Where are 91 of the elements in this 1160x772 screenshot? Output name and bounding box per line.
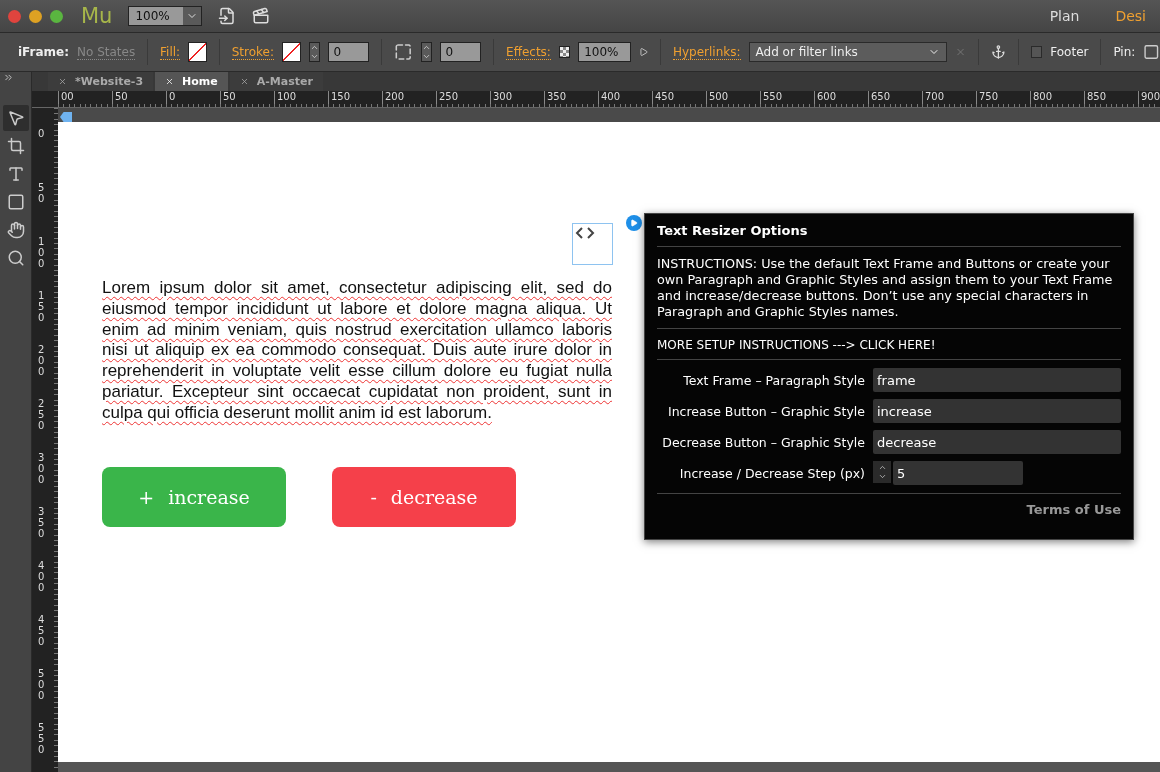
- footer-label: Footer: [1050, 45, 1089, 59]
- ruler-label: 700: [922, 91, 976, 104]
- ruler-label: 500: [38, 668, 46, 703]
- anchor-icon[interactable]: [991, 44, 1007, 60]
- checker-icon[interactable]: [558, 46, 571, 58]
- field-label: Increase Button – Graphic Style: [667, 403, 865, 419]
- ruler-label: 850: [1084, 91, 1138, 104]
- pointer-icon[interactable]: [3, 105, 29, 131]
- ruler-label: 400: [38, 560, 46, 595]
- stepper-icon[interactable]: [420, 42, 432, 62]
- ruler-label: 350: [38, 506, 46, 541]
- pin-label: Pin:: [1113, 45, 1136, 59]
- mode-tab[interactable]: Plan: [1035, 8, 1094, 24]
- stepper-icon[interactable]: [873, 461, 891, 483]
- pin-icon[interactable]: [1143, 43, 1160, 61]
- ruler-label: 100: [274, 91, 328, 104]
- panel-title: Text Resizer Options: [657, 214, 1121, 247]
- hyperlinks-dropdown[interactable]: Add or filter links: [748, 42, 948, 62]
- document-tab[interactable]: Home: [155, 72, 228, 91]
- ruler-label: 400: [598, 91, 652, 104]
- app-logo: Mu: [81, 4, 113, 28]
- zoom-icon[interactable]: [50, 9, 63, 23]
- marker-icon[interactable]: [60, 112, 72, 122]
- corner-radius-field[interactable]: 0: [439, 42, 482, 62]
- field-label: Decrease Button – Graphic Style: [661, 434, 865, 450]
- ruler-label: 350: [544, 91, 598, 104]
- document-tab[interactable]: A-Master: [229, 72, 323, 91]
- ruler-label: 650: [868, 91, 922, 104]
- options-button[interactable]: [626, 215, 642, 231]
- ruler-label: 900: [1138, 91, 1160, 104]
- ruler-label: 550: [38, 722, 46, 757]
- style-field[interactable]: increase: [873, 399, 1121, 423]
- paragraph-text: Lorem ipsum dolor sit amet, consectetur adipiscing elit, sed do eiusmod tempor incididunt ut labore et dolore magna aliqua. Ut enim ad minim veniam, quis nostrud exercitation ullamco laboris nisi ut aliquip ex ea commodo consequat. Duis aute irure dolor in reprehenderit in voluptate velit esse cillum dolore eu fugiat nulla pariatur. Excepteur sint occaecat cupidatat non proident, sunt in culpa qui officia deserunt mollit anim id est laborum.: [102, 278, 612, 424]
- stroke-swatch[interactable]: [282, 42, 301, 62]
- file-arrow-icon[interactable]: [218, 7, 237, 25]
- film-frame-icon[interactable]: [252, 7, 271, 25]
- hyperlinks-label[interactable]: Hyperlinks:: [672, 44, 741, 60]
- ruler-label: 300: [490, 91, 544, 104]
- widget-frame[interactable]: [572, 223, 613, 265]
- stepper-icon[interactable]: [308, 42, 320, 62]
- instructions-text: INSTRUCTIONS: Use the default Text Frame and Buttons or create your own Paragraph and Graphic Styles and assign them to your Text Frame and increase/decrease buttons. Don’t use any special characters in Paragraph and Graphic Styles names.: [657, 247, 1121, 329]
- zoom-field[interactable]: 100%: [128, 6, 203, 26]
- step-field[interactable]: 5: [893, 461, 1023, 485]
- ruler-label: 150: [38, 290, 46, 325]
- object-type-label: iFrame:: [18, 45, 69, 59]
- collapse-icon[interactable]: [3, 72, 14, 83]
- ruler-label: 300: [38, 452, 46, 487]
- mode-tab[interactable]: Desi: [1101, 8, 1160, 24]
- play-icon[interactable]: [638, 47, 649, 57]
- effects-label[interactable]: Effects:: [506, 44, 551, 60]
- document-tab[interactable]: *Website-3: [48, 72, 154, 91]
- ruler-label: 500: [706, 91, 760, 104]
- setup-link[interactable]: MORE SETUP INSTRUCTIONS ---> CLICK HERE!: [657, 329, 1121, 360]
- style-field[interactable]: decrease: [873, 430, 1121, 454]
- footer-checkbox[interactable]: [1031, 46, 1043, 58]
- ruler-label: 50: [38, 182, 46, 206]
- ruler-label: 550: [760, 91, 814, 104]
- ruler-label: 600: [814, 91, 868, 104]
- code-icon: [575, 226, 595, 240]
- ruler-label: 00: [58, 91, 112, 104]
- fill-swatch[interactable]: [188, 42, 207, 62]
- ruler-label: 100: [38, 236, 46, 271]
- ruler-label: 150: [328, 91, 382, 104]
- ruler-label: 200: [38, 344, 46, 379]
- ruler-label: 250: [436, 91, 490, 104]
- ruler-label: 0: [166, 91, 220, 104]
- ruler-label: 200: [382, 91, 436, 104]
- close-icon[interactable]: [165, 77, 175, 86]
- play-icon: [630, 219, 638, 227]
- fill-label[interactable]: Fill:: [160, 44, 181, 60]
- ruler-label: 0: [38, 128, 46, 141]
- field-label: Text Frame – Paragraph Style: [682, 372, 865, 388]
- minimize-icon[interactable]: [29, 9, 42, 23]
- ruler-label: 450: [652, 91, 706, 104]
- ruler-label: 250: [38, 398, 46, 433]
- ruler-label: 50: [220, 91, 274, 104]
- ruler-label: 800: [1030, 91, 1084, 104]
- stroke-label[interactable]: Stroke:: [231, 44, 274, 60]
- ruler-label: 450: [38, 614, 46, 649]
- ruler-label: 750: [976, 91, 1030, 104]
- decrease-button[interactable]: - decrease: [332, 467, 516, 527]
- stroke-width-field[interactable]: 0: [327, 42, 370, 62]
- opacity-field[interactable]: 100%: [578, 42, 631, 62]
- ruler-label: 50: [112, 91, 166, 104]
- close-icon[interactable]: [239, 77, 249, 86]
- scroll-bar[interactable]: [58, 762, 1160, 772]
- close-icon[interactable]: [58, 77, 67, 86]
- terms-link[interactable]: Terms of Use: [1026, 502, 1121, 517]
- corner-icon: [394, 42, 413, 62]
- field-label: Increase / Decrease Step (px): [678, 465, 865, 481]
- style-field[interactable]: frame: [873, 368, 1121, 392]
